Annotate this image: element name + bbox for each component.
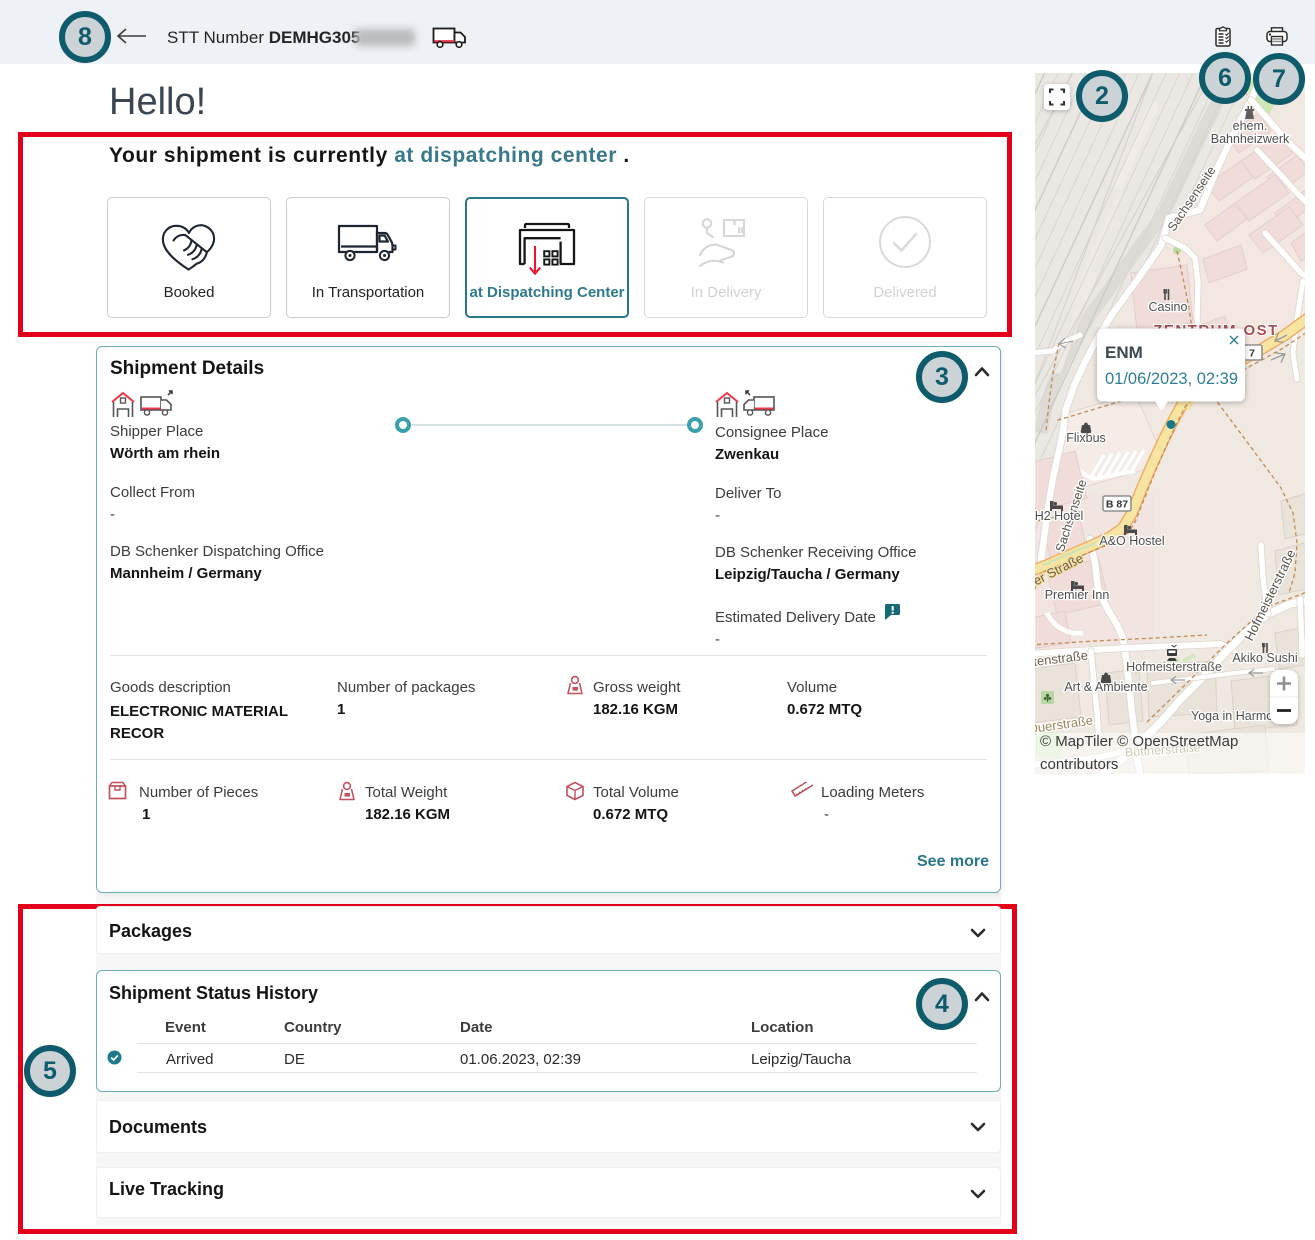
svg-text:© MapTiler © OpenStreetMap: © MapTiler © OpenStreetMap [1040,733,1238,750]
svg-text:H2 Hotel: H2 Hotel [1035,509,1083,523]
svg-text:A&O Hostel: A&O Hostel [1099,534,1164,548]
svg-text:Akiko Sushi: Akiko Sushi [1232,651,1297,665]
svg-text:Hofmeisterstraße: Hofmeisterstraße [1126,660,1222,674]
svg-text:B 87: B 87 [1106,499,1128,511]
svg-text:Premier Inn: Premier Inn [1045,588,1110,602]
svg-text:ehem.: ehem. [1233,119,1268,133]
svg-text:ENM: ENM [1105,343,1143,362]
svg-text:contributors: contributors [1040,756,1118,773]
svg-text:Yoga in Harmon: Yoga in Harmon [1191,709,1280,723]
svg-text:7: 7 [1249,348,1255,360]
svg-text:Bahnheizwerk: Bahnheizwerk [1211,132,1290,146]
svg-text:Casino: Casino [1149,300,1188,314]
svg-text:01/06/2023, 02:39: 01/06/2023, 02:39 [1105,370,1238,388]
